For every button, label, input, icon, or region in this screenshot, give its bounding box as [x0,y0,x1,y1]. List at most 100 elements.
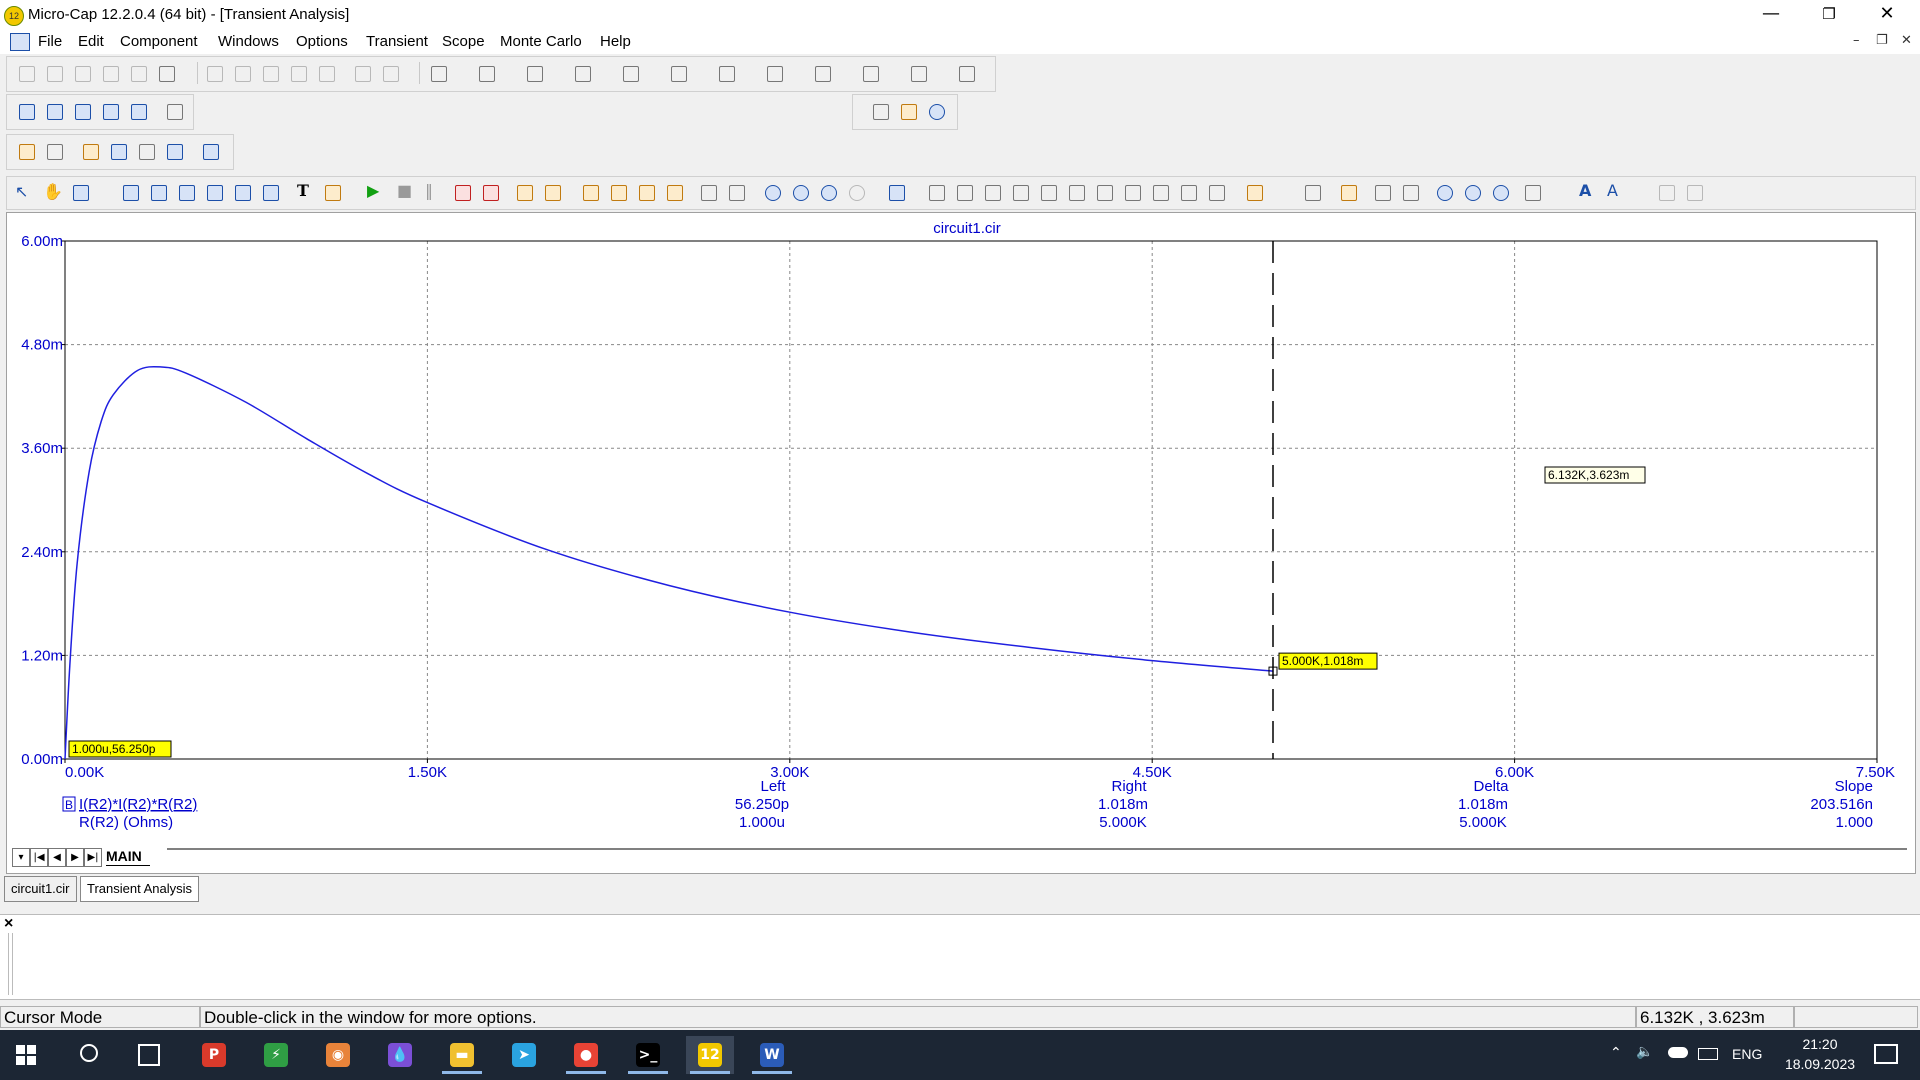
overlap-icon[interactable] [103,104,119,120]
volume-icon[interactable]: 🔈 [1636,1044,1653,1060]
cloud-icon[interactable] [1668,1047,1688,1058]
plot-canvas[interactable]: circuit1.cir 0.00m 1.20m 2.40m 3.60m 4.80m 6.… [7,213,1915,873]
magnify-fit-icon[interactable] [1493,185,1509,201]
opamp-component-icon[interactable] [767,66,783,82]
resistor-component-icon[interactable] [479,66,495,82]
function-icon[interactable] [263,185,279,201]
cursor-tool-10-icon[interactable] [1181,185,1197,201]
fit-height-icon[interactable] [1403,185,1419,201]
taskbar-app-7[interactable]: ● [562,1036,610,1074]
capacitor-component-icon[interactable] [527,66,543,82]
bring-front-icon[interactable] [1659,185,1675,201]
taskbar-app-10[interactable]: W [748,1036,796,1074]
prev-sheet-button[interactable]: ◀ [48,848,66,867]
analysis-limits-icon[interactable] [83,144,99,160]
new-file-icon[interactable] [19,66,35,82]
undo-icon[interactable] [207,66,223,82]
taskbar-app-9[interactable]: 12 [686,1036,734,1074]
step-back-icon[interactable] [483,185,499,201]
scale-mode-icon[interactable] [73,185,89,201]
cascade-icon[interactable] [19,104,35,120]
cursor-tool-8-icon[interactable] [1125,185,1141,201]
output-pane-splitter[interactable] [8,933,13,995]
delete-icon[interactable] [355,66,371,82]
performance-icon[interactable] [1247,185,1263,201]
font-icon[interactable]: A [1579,181,1591,200]
vertical-split-icon[interactable] [729,185,745,201]
cursor-tool-4-icon[interactable] [1013,185,1029,201]
minimize-button[interactable]: — [1742,0,1800,30]
pause-icon[interactable]: ‖ [425,181,433,200]
save-all-icon[interactable] [103,66,119,82]
cursor-tool-2-icon[interactable] [957,185,973,201]
clock-time[interactable]: 21:20 [1776,1036,1864,1052]
mdi-close-button[interactable]: ✕ [1901,33,1912,48]
next-sheet-button[interactable]: ▶ [66,848,84,867]
mdi-minimize-button[interactable]: – [1853,33,1860,48]
document-icon[interactable] [10,33,30,51]
cursor-mode-icon[interactable] [123,185,139,201]
task-view-icon[interactable] [138,1044,160,1066]
scale-y-icon[interactable] [235,185,251,201]
select-all-icon[interactable] [383,66,399,82]
print-icon[interactable] [159,66,175,82]
battery-icon[interactable] [1698,1048,1718,1060]
grid-icon[interactable] [545,185,561,201]
open-file-icon[interactable] [47,66,63,82]
taskbar-app-8[interactable]: >_ [624,1036,672,1074]
trace-expression[interactable]: I(R2)*I(R2)*R(R2) [79,796,197,813]
ruler-icon[interactable] [639,185,655,201]
print-preview-icon[interactable] [131,66,147,82]
tokens-icon[interactable] [611,185,627,201]
language-indicator[interactable]: ENG [1732,1046,1762,1062]
plus-mode-icon[interactable] [667,185,683,201]
notifications-icon[interactable] [1874,1044,1898,1064]
cursor-tool-5-icon[interactable] [1041,185,1057,201]
magnify-out-icon[interactable] [1465,185,1481,201]
menu-component[interactable]: Component [120,33,198,50]
cut-icon[interactable] [263,66,279,82]
output-pane-close-button[interactable]: × [4,915,13,933]
windows-start-icon[interactable] [16,1045,36,1065]
web-help-icon[interactable] [929,104,945,120]
mdi-restore-button[interactable]: ❐ [1876,33,1888,48]
taskbar-app-1[interactable]: P [190,1036,238,1074]
taskbar-app-4[interactable]: 💧 [376,1036,424,1074]
zoom-in-icon[interactable] [765,185,781,201]
maximize-window-icon[interactable] [131,104,147,120]
horizontal-split-icon[interactable] [701,185,717,201]
paste-icon[interactable] [319,66,335,82]
zoom-fit-icon[interactable] [821,185,837,201]
zoom-out-icon[interactable] [793,185,809,201]
clipboard-icon[interactable] [325,185,341,201]
inductor-component-icon[interactable] [575,66,591,82]
cursor-tool-11-icon[interactable] [1209,185,1225,201]
cursor-tool-3-icon[interactable] [985,185,1001,201]
tray-chevron-icon[interactable]: ⌃ [1610,1045,1622,1061]
fit-width-icon[interactable] [1375,185,1391,201]
close-button[interactable]: ✕ [1858,0,1916,30]
macro-component-icon[interactable] [815,66,831,82]
zoom-disabled-icon[interactable] [849,185,865,201]
maximize-button[interactable]: ❐ [1800,0,1858,30]
menu-transient[interactable]: Transient [366,33,428,50]
copy-icon[interactable] [291,66,307,82]
scale-x-icon[interactable] [207,185,223,201]
run-icon[interactable]: ▶ [367,181,379,200]
tile-horizontal-icon[interactable] [75,104,91,120]
switch-component-icon[interactable] [863,66,879,82]
stop-icon[interactable]: ■ [397,181,412,200]
misc-component-icon[interactable] [959,66,975,82]
text-tool-icon[interactable]: T [297,181,309,200]
pan-mode-icon[interactable]: ✋ [43,182,63,201]
diode-component-icon[interactable] [623,66,639,82]
menu-monte-carlo[interactable]: Monte Carlo [500,33,582,50]
graph-icon[interactable] [167,144,183,160]
doc-tab-transient-analysis[interactable]: Transient Analysis [80,876,200,902]
save-icon[interactable] [75,66,91,82]
step-icon[interactable] [455,185,471,201]
transistor-component-icon[interactable] [671,66,687,82]
restore-limits-icon[interactable] [179,185,195,201]
source-component-icon[interactable] [911,66,927,82]
send-back-icon[interactable] [1687,185,1703,201]
